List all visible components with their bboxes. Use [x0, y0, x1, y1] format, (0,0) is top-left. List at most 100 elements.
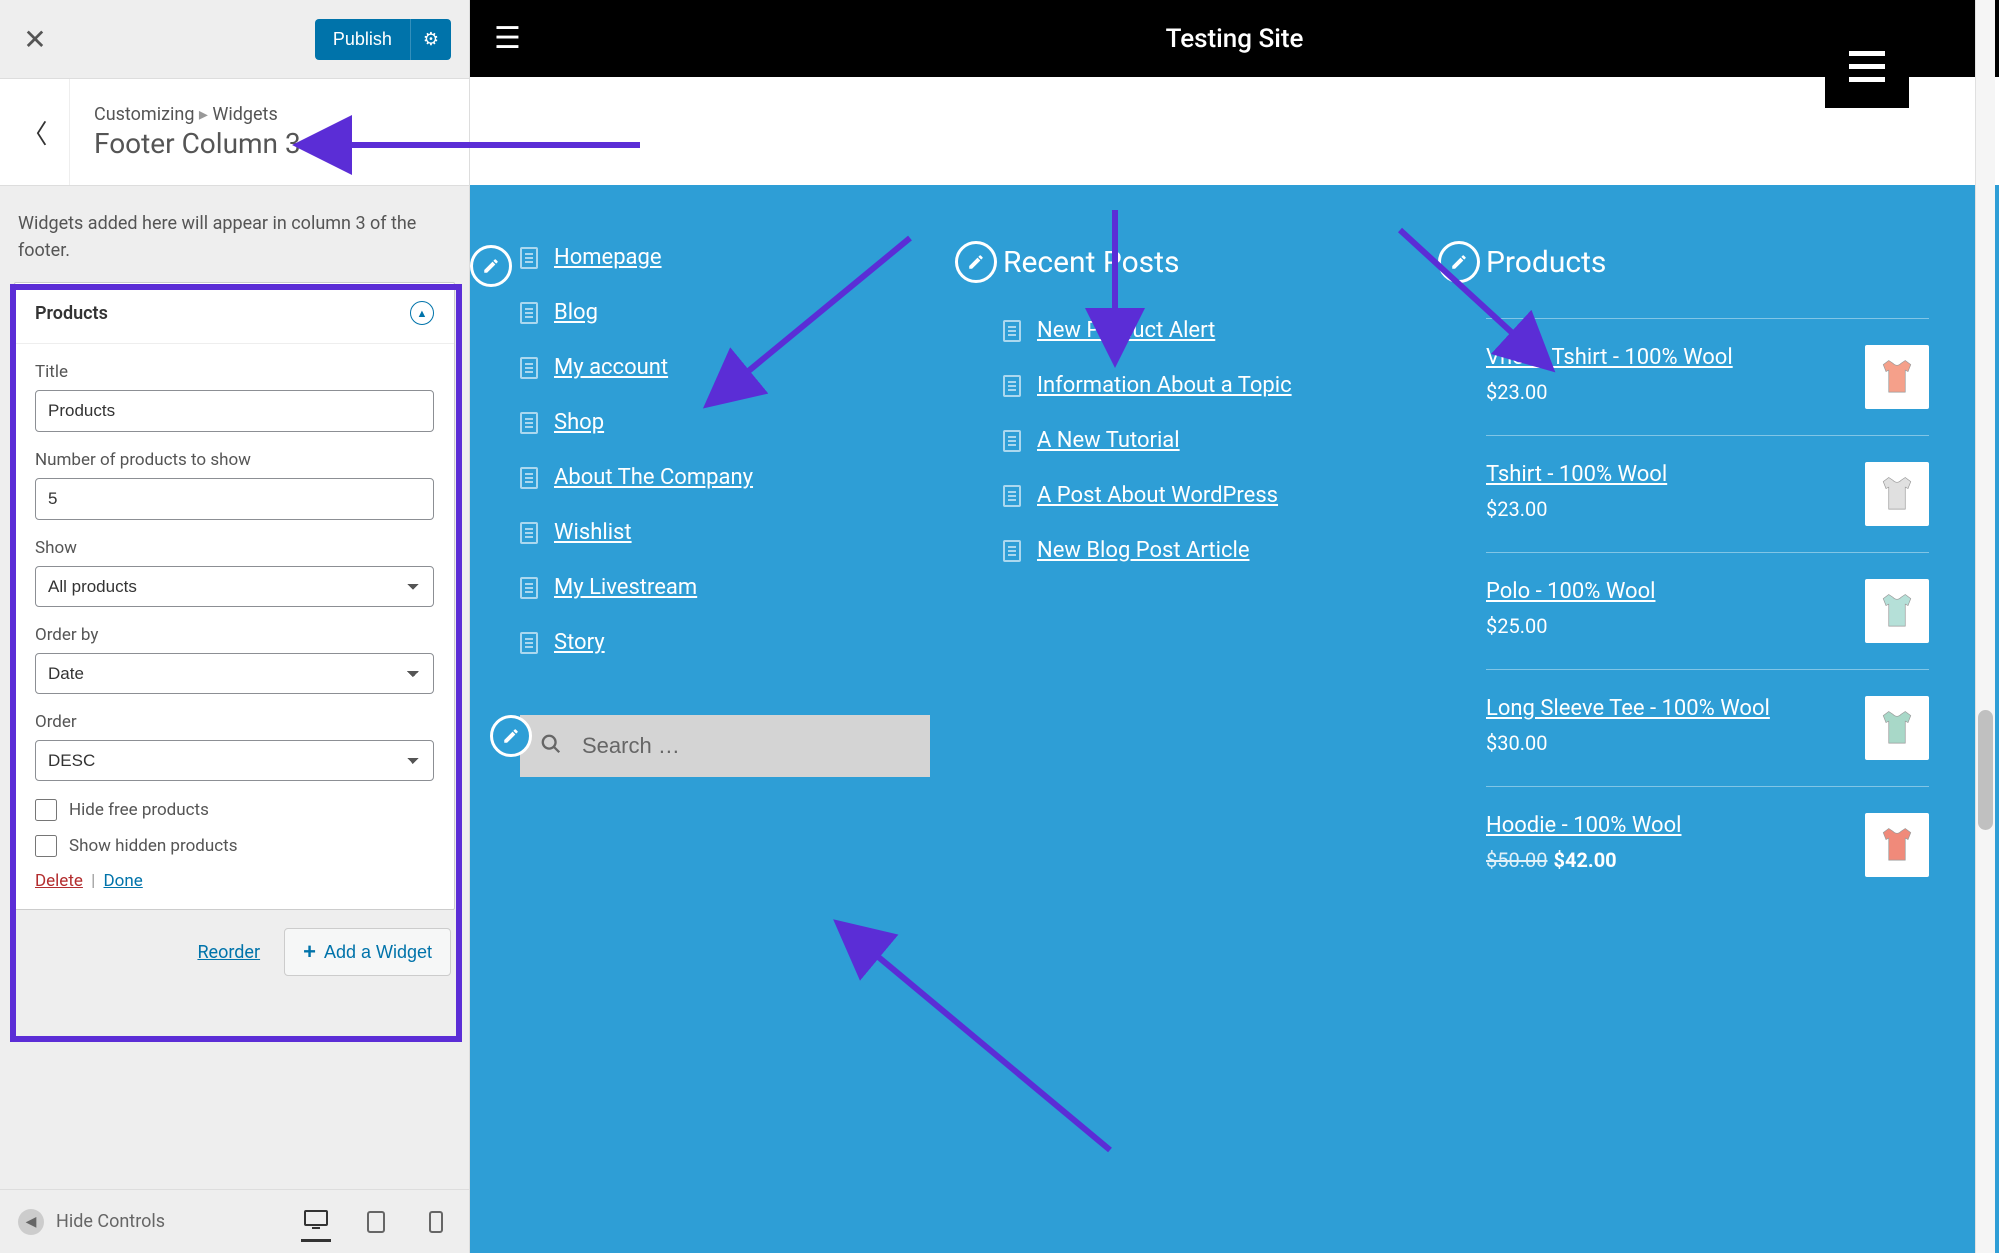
nav-link[interactable]: Blog	[554, 300, 598, 325]
delete-link[interactable]: Delete	[35, 871, 83, 891]
document-icon	[1003, 320, 1021, 342]
show-label: Show	[35, 538, 434, 558]
desktop-device-button[interactable]	[301, 1202, 331, 1242]
product-link[interactable]: Hoodie - 100% Wool	[1486, 813, 1682, 838]
widget-header[interactable]: Products ▲	[15, 283, 454, 344]
post-link[interactable]: Information About a Topic	[1037, 373, 1292, 398]
site-topbar: ☰ Testing Site	[470, 0, 1999, 77]
title-input[interactable]	[35, 390, 434, 432]
mobile-device-button[interactable]	[421, 1202, 451, 1242]
count-label: Number of products to show	[35, 450, 434, 470]
document-icon	[1003, 430, 1021, 452]
hamburger-icon[interactable]: ☰	[494, 21, 521, 56]
show-select[interactable]: All products	[35, 566, 434, 607]
widget-title: Products	[1486, 245, 1606, 280]
nav-item: Wishlist	[520, 520, 963, 545]
post-link[interactable]: New Product Alert	[1037, 318, 1215, 343]
document-icon	[520, 467, 538, 489]
post-item: A New Tutorial	[1003, 428, 1446, 453]
document-icon	[1003, 375, 1021, 397]
scrollbar-thumb[interactable]	[1978, 710, 1993, 830]
publish-button[interactable]: Publish	[315, 19, 410, 60]
footer-col-2: Recent Posts New Product AlertInformatio…	[983, 245, 1466, 903]
edit-widget-button[interactable]	[490, 715, 532, 757]
edit-widget-button[interactable]	[1438, 241, 1480, 283]
product-item: Tshirt - 100% Wool $23.00	[1486, 435, 1929, 552]
hide-free-checkbox[interactable]	[35, 799, 57, 821]
edit-widget-button[interactable]	[470, 245, 512, 287]
orderby-select[interactable]: Date	[35, 653, 434, 694]
product-link[interactable]: Tshirt - 100% Wool	[1486, 462, 1667, 487]
product-link[interactable]: Long Sleeve Tee - 100% Wool	[1486, 696, 1770, 721]
product-link[interactable]: Polo - 100% Wool	[1486, 579, 1655, 604]
show-hidden-checkbox[interactable]	[35, 835, 57, 857]
orderby-label: Order by	[35, 625, 434, 645]
product-link[interactable]: Vneck Tshirt - 100% Wool	[1486, 345, 1733, 370]
post-item: A Post About WordPress	[1003, 483, 1446, 508]
nav-link[interactable]: Homepage	[554, 245, 662, 270]
section-description: Widgets added here will appear in column…	[0, 186, 469, 282]
nav-link[interactable]: My Livestream	[554, 575, 697, 600]
nav-link[interactable]: Shop	[554, 410, 604, 435]
document-icon	[520, 632, 538, 654]
nav-item: About The Company	[520, 465, 963, 490]
product-item: Hoodie - 100% Wool$50.00$42.00	[1486, 786, 1929, 903]
footer-col-3: Products Vneck Tshirt - 100% Wool$23.00T…	[1466, 245, 1949, 903]
nav-item: Homepage	[520, 245, 963, 270]
nav-item: Shop	[520, 410, 963, 435]
product-thumbnail[interactable]	[1865, 813, 1929, 877]
breadcrumb: Customizing ▸ Widgets	[94, 104, 301, 125]
post-item: Information About a Topic	[1003, 373, 1446, 398]
reorder-link[interactable]: Reorder	[197, 942, 260, 963]
menu-icon	[1849, 51, 1885, 82]
product-price: $23.00	[1486, 497, 1667, 521]
nav-link[interactable]: Story	[554, 630, 605, 655]
plus-icon: +	[303, 939, 316, 965]
breadcrumb-root: Customizing	[94, 104, 194, 125]
publish-settings-button[interactable]: ⚙	[410, 19, 451, 60]
done-link[interactable]: Done	[104, 871, 143, 891]
nav-link[interactable]: About The Company	[554, 465, 753, 490]
hide-controls-label: Hide Controls	[56, 1211, 165, 1232]
breadcrumb-section: Widgets	[212, 104, 277, 125]
product-thumbnail[interactable]	[1865, 579, 1929, 643]
nav-link[interactable]: My account	[554, 355, 668, 380]
document-icon	[520, 357, 538, 379]
document-icon	[1003, 540, 1021, 562]
menu-toggle-button[interactable]	[1825, 24, 1909, 108]
nav-item: My Livestream	[520, 575, 963, 600]
product-thumbnail[interactable]	[1865, 345, 1929, 409]
product-item: Vneck Tshirt - 100% Wool$23.00	[1486, 318, 1929, 435]
tablet-device-button[interactable]	[361, 1202, 391, 1242]
search-icon	[540, 733, 562, 759]
widget-products-panel: Products ▲ Title Number of products to s…	[14, 282, 455, 910]
post-link[interactable]: A New Tutorial	[1037, 428, 1180, 453]
chevron-right-icon: ▸	[199, 104, 213, 125]
document-icon	[520, 522, 538, 544]
hide-controls-button[interactable]: ◀ Hide Controls	[18, 1209, 165, 1235]
edit-widget-button[interactable]	[955, 241, 997, 283]
product-price: $30.00	[1486, 731, 1770, 755]
site-preview: ☰ Testing Site Homepage Blog My account Sho…	[470, 0, 1999, 1253]
nav-link[interactable]: Wishlist	[554, 520, 632, 545]
section-title: Footer Column 3	[94, 127, 301, 160]
nav-item: Story	[520, 630, 963, 655]
scrollbar[interactable]	[1975, 0, 1995, 1253]
footer-col-1: Homepage Blog My account Shop About The Comp…	[500, 245, 983, 903]
order-select[interactable]: DESC	[35, 740, 434, 781]
post-link[interactable]: A Post About WordPress	[1037, 483, 1278, 508]
add-widget-button[interactable]: + Add a Widget	[284, 928, 451, 976]
product-item: Long Sleeve Tee - 100% Wool $30.00	[1486, 669, 1929, 786]
product-thumbnail[interactable]	[1865, 696, 1929, 760]
document-icon	[1003, 485, 1021, 507]
collapse-toggle[interactable]: ▲	[410, 301, 434, 325]
post-item: New Product Alert	[1003, 318, 1446, 343]
back-button[interactable]: 〈	[0, 79, 70, 185]
search-input[interactable]	[520, 715, 930, 777]
close-panel-button[interactable]: ✕	[0, 0, 70, 78]
product-item: Polo - 100% Wool$25.00	[1486, 552, 1929, 669]
post-item: New Blog Post Article	[1003, 538, 1446, 563]
count-input[interactable]	[35, 478, 434, 520]
product-thumbnail[interactable]	[1865, 462, 1929, 526]
post-link[interactable]: New Blog Post Article	[1037, 538, 1249, 563]
